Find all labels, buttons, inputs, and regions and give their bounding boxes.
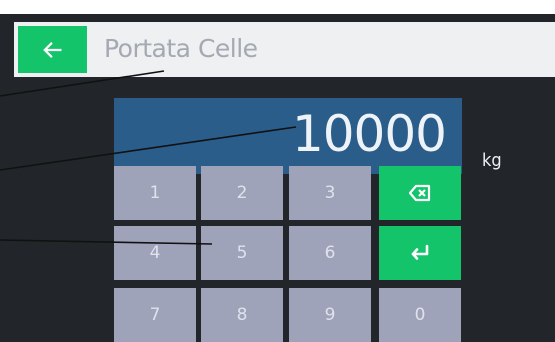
- device-screen: Portata Celle 10000 kg 1 2 3 4 5 6 7 8 9…: [0, 14, 555, 342]
- key-8[interactable]: 8: [201, 288, 283, 342]
- page-title: Portata Celle: [104, 34, 258, 63]
- back-button[interactable]: [18, 26, 87, 73]
- arrow-left-icon: [42, 41, 61, 58]
- key-6[interactable]: 6: [289, 226, 371, 280]
- enter-icon: [411, 244, 429, 260]
- key-7[interactable]: 7: [114, 288, 196, 342]
- key-2[interactable]: 2: [201, 166, 283, 220]
- key-4[interactable]: 4: [114, 226, 196, 280]
- header-bar: Portata Celle: [14, 22, 555, 77]
- entered-value: 10000: [291, 105, 447, 163]
- key-5[interactable]: 5: [201, 226, 283, 280]
- value-display: 10000: [114, 98, 462, 174]
- enter-button[interactable]: [379, 226, 461, 280]
- key-1[interactable]: 1: [114, 166, 196, 220]
- key-3[interactable]: 3: [289, 166, 371, 220]
- unit-label: kg: [482, 150, 502, 171]
- key-9[interactable]: 9: [289, 288, 371, 342]
- backspace-button[interactable]: [379, 166, 461, 220]
- backspace-icon: [408, 184, 431, 202]
- key-0[interactable]: 0: [379, 288, 461, 342]
